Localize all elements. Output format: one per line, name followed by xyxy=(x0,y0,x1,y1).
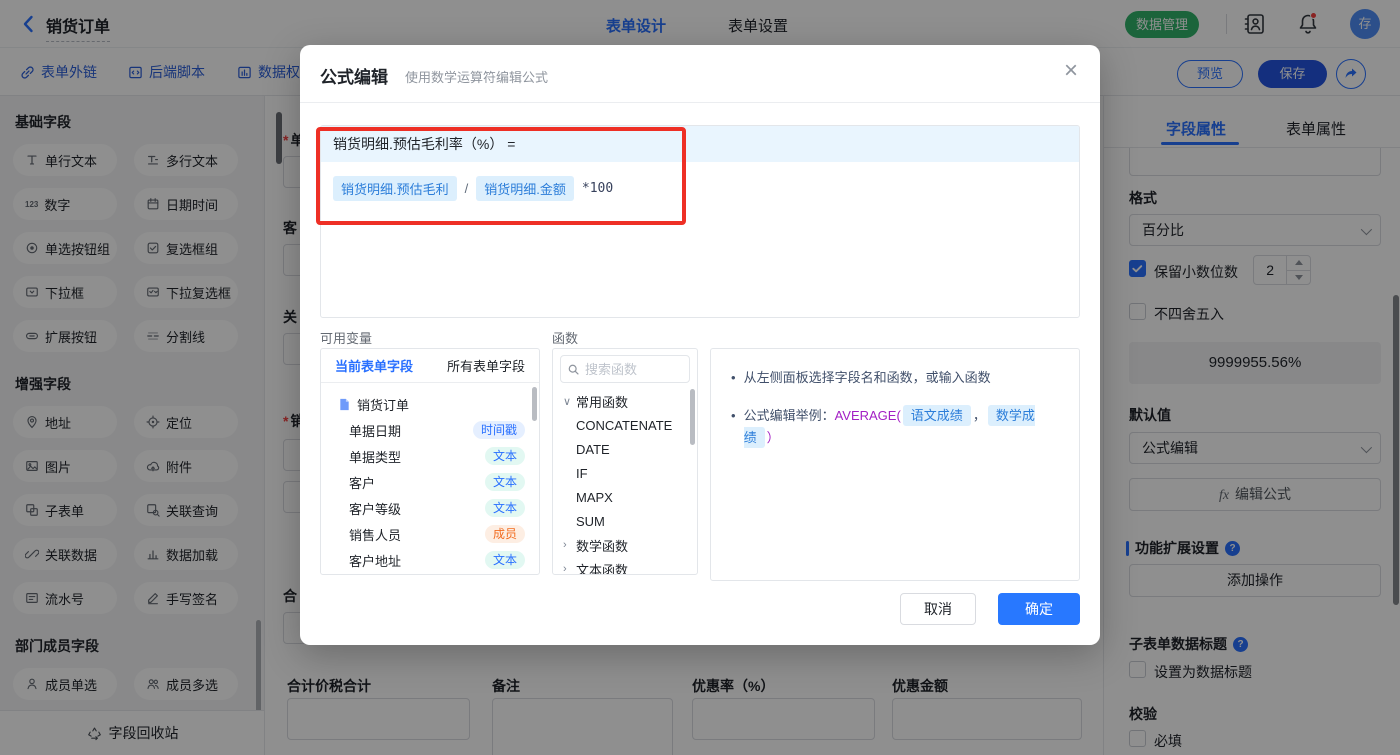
function-group-text[interactable]: › 文本函数 xyxy=(553,557,697,575)
confirm-button[interactable]: 确定 xyxy=(998,593,1080,625)
variables-scrollbar[interactable] xyxy=(532,387,537,421)
type-badge: 文本 xyxy=(484,472,525,492)
formula-expression: 销货明细.预估毛利 / 销货明细.金额 *100 xyxy=(321,162,1079,215)
variable-row[interactable]: 客户地址 文本 xyxy=(331,547,539,573)
field-chip[interactable]: 销货明细.金额 xyxy=(476,176,574,201)
example-chip: 语文成绩 xyxy=(902,405,971,426)
function-item[interactable]: SUM xyxy=(553,509,697,533)
variables-tree: 销货订单 单据日期 时间戳 单据类型 文本 客户 文本 客户等级 文本 销售人员 成员 客… xyxy=(321,383,539,573)
variables-label: 可用变量 xyxy=(320,331,373,346)
variable-row[interactable]: 客户 文本 xyxy=(331,469,539,495)
type-badge: 文本 xyxy=(484,446,525,466)
tip-row: • 从左侧面板选择字段名和函数，或输入函数 xyxy=(731,370,991,385)
formula-editor[interactable]: 销货明细.预估毛利率（%） = 销货明细.预估毛利 / 销货明细.金额 *100 xyxy=(320,125,1080,318)
app-root: 销货订单 表单设计 表单设置 数据管理 存 表单外链 后端脚本 数据权限 预览 … xyxy=(0,0,1400,755)
function-item[interactable]: IF xyxy=(553,461,697,485)
functions-panel: ∨常用函数 CONCATENATE DATE IF MAPX SUM ›数学函数… xyxy=(552,348,698,575)
variable-row[interactable]: 客户等级 文本 xyxy=(331,495,539,521)
type-badge: 文本 xyxy=(484,550,525,570)
search-icon xyxy=(568,364,579,375)
tab-current-form-fields[interactable]: 当前表单字段 xyxy=(335,356,413,375)
variables-tabs: 当前表单字段 所有表单字段 xyxy=(321,349,539,383)
function-group-common[interactable]: ∨ 常用函数 xyxy=(553,389,697,413)
function-search[interactable] xyxy=(560,355,690,383)
modal-subtitle: 使用数学运算符编辑公式 xyxy=(405,70,549,85)
type-badge: 文本 xyxy=(484,498,525,518)
tip-row-example: • 公式编辑举例：AVERAGE(语文成绩，数学成绩） xyxy=(731,405,1059,449)
cancel-button[interactable]: 取消 xyxy=(900,593,976,625)
functions-label: 函数 xyxy=(552,331,579,346)
formula-editor-modal: 公式编辑 使用数学运算符编辑公式 × 销货明细.预估毛利率（%） = 销货明细.… xyxy=(300,45,1100,645)
function-item[interactable]: DATE xyxy=(553,437,697,461)
variable-row[interactable]: 销售人员 成员 xyxy=(331,521,539,547)
document-icon xyxy=(340,398,349,410)
formula-target: 销货明细.预估毛利率（%） = xyxy=(321,126,1079,162)
function-group-math[interactable]: › 数学函数 xyxy=(553,533,697,557)
function-item[interactable]: CONCATENATE xyxy=(553,413,697,437)
tab-all-form-fields[interactable]: 所有表单字段 xyxy=(447,356,525,375)
variable-row[interactable]: 单据日期 时间戳 xyxy=(331,417,539,443)
variable-row[interactable]: 单据类型 文本 xyxy=(331,443,539,469)
function-name: AVERAGE( xyxy=(834,408,901,423)
close-icon[interactable]: × xyxy=(1064,59,1078,83)
modal-title: 公式编辑 xyxy=(320,68,388,87)
field-chip[interactable]: 销货明细.预估毛利 xyxy=(333,176,457,201)
operator: / xyxy=(464,181,469,196)
type-badge: 时间戳 xyxy=(472,420,525,440)
function-item[interactable]: MAPX xyxy=(553,485,697,509)
tips-panel: • 从左侧面板选择字段名和函数，或输入函数 • 公式编辑举例：AVERAGE(语文… xyxy=(710,348,1080,581)
type-badge: 成员 xyxy=(484,524,525,544)
modal-header-divider xyxy=(300,102,1100,103)
formula-suffix: *100 xyxy=(581,181,614,196)
variables-panel: 当前表单字段 所有表单字段 销货订单 单据日期 时间戳 单据类型 文本 客户 文本 客… xyxy=(320,348,540,575)
functions-scrollbar[interactable] xyxy=(690,389,695,445)
tree-root[interactable]: 销货订单 xyxy=(331,391,539,417)
function-search-input[interactable] xyxy=(585,361,675,377)
functions-tree: ∨ 常用函数 CONCATENATE DATE IF MAPX SUM › 数学函数… xyxy=(553,389,697,575)
